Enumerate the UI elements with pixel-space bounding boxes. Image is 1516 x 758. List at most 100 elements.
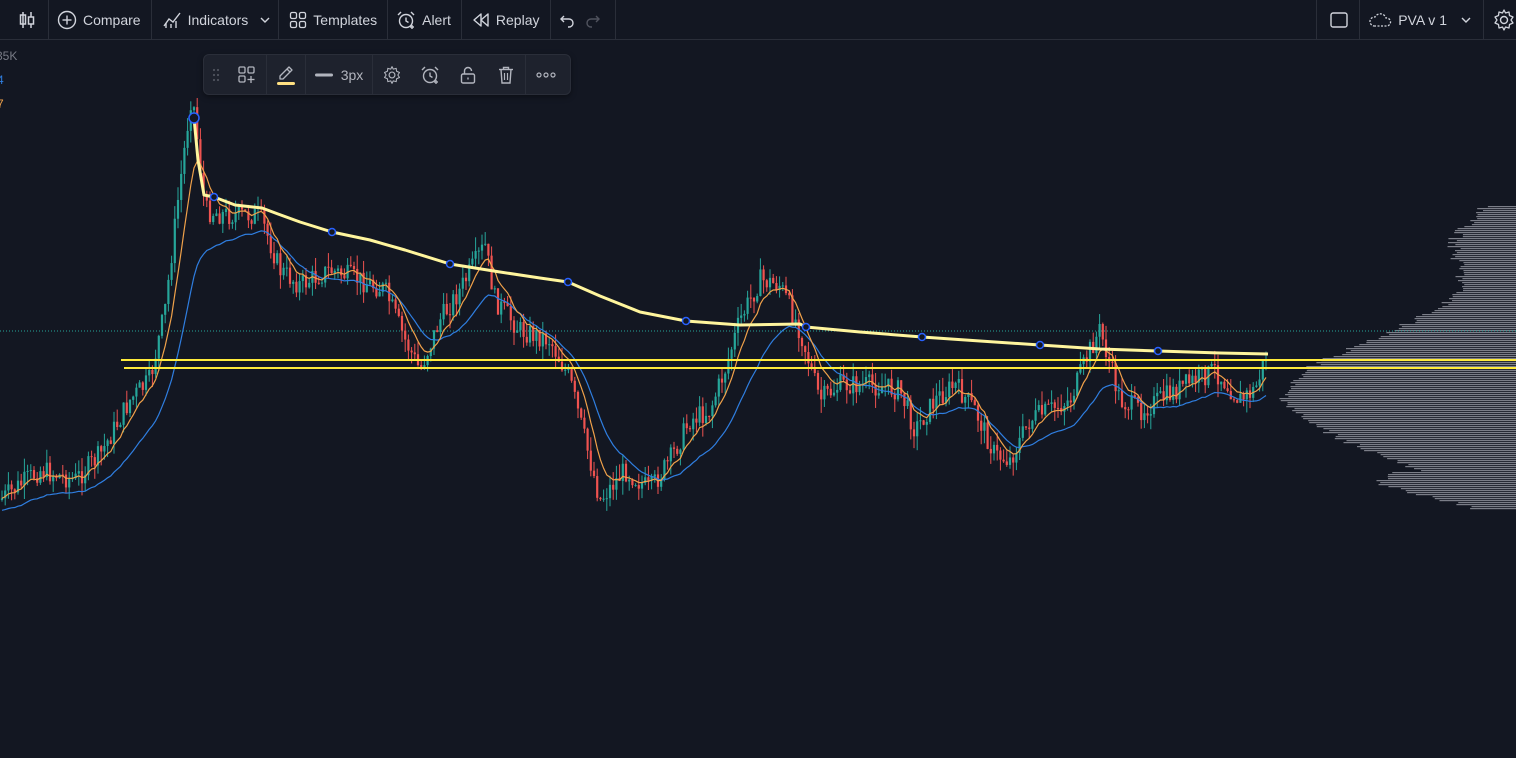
candle-body: [807, 352, 810, 364]
candle-body: [1261, 360, 1264, 380]
volume-profile-bar: [1447, 246, 1516, 248]
plus-circle-icon: [57, 10, 77, 29]
compare-button[interactable]: Compare: [49, 0, 151, 39]
volume-profile-bar: [1366, 340, 1516, 342]
candle-body: [896, 380, 900, 400]
candle-body: [893, 394, 896, 400]
candle-body: [925, 421, 928, 425]
candle-body: [1101, 324, 1104, 340]
candle-body: [64, 474, 68, 488]
candle-body: [708, 415, 711, 417]
candle-body: [279, 253, 282, 276]
drawing-settings-button[interactable]: [373, 55, 411, 94]
volume-profile-bar: [1464, 226, 1516, 228]
settings-button[interactable]: [1484, 0, 1516, 39]
candle-body: [948, 381, 951, 398]
candle-body: [570, 369, 573, 381]
candle-body: [231, 222, 234, 224]
delete-button[interactable]: [487, 55, 525, 94]
volume-profile-bar: [1287, 392, 1516, 394]
alert-label: Alert: [422, 11, 451, 28]
indicators-button[interactable]: Indicators: [152, 0, 255, 39]
candle-body: [938, 391, 941, 396]
candle-body: [973, 400, 976, 406]
drag-handle[interactable]: [204, 55, 228, 94]
redo-button[interactable]: [581, 0, 605, 39]
alert-button[interactable]: Alert: [388, 0, 461, 39]
volume-profile-bar: [1359, 444, 1516, 446]
templates-button[interactable]: Templates: [279, 0, 387, 39]
candle-body: [20, 480, 23, 486]
volume-profile-bar: [1301, 374, 1516, 376]
object-tree-button[interactable]: [228, 55, 266, 94]
candles-chart-type-button[interactable]: [0, 0, 48, 39]
volume-profile-bar: [1290, 382, 1516, 384]
volume-profile-bar: [1316, 426, 1516, 428]
volume-profile-bar: [1456, 240, 1516, 242]
candle-body: [400, 315, 404, 331]
line-width-button[interactable]: 3px: [306, 55, 372, 94]
add-alert-button[interactable]: [411, 55, 449, 94]
candle-body: [221, 212, 224, 224]
candle-body: [477, 250, 480, 252]
candle-body: [1066, 400, 1069, 407]
volume-profile-bar: [1290, 386, 1516, 388]
volume-profile-bar: [1305, 372, 1516, 374]
candle-body: [384, 282, 388, 284]
candle-body: [874, 384, 877, 396]
volume-profile-bar: [1448, 304, 1516, 306]
candle-body: [1156, 392, 1159, 397]
volume-profile-bar: [1460, 266, 1516, 268]
drawing-anchor-handle: [917, 332, 927, 342]
more-options-button[interactable]: [526, 55, 566, 94]
candle-body: [272, 253, 276, 264]
candle-body: [730, 349, 733, 359]
candle-body: [957, 379, 960, 383]
candle-body: [996, 444, 999, 451]
alarm-clock-icon: [421, 66, 439, 84]
candle-body: [682, 423, 685, 450]
volume-profile-bar: [1456, 292, 1516, 294]
candle-body: [23, 471, 26, 486]
volume-profile-bar: [1400, 488, 1516, 490]
undo-button[interactable]: [551, 0, 581, 39]
candle-body: [1028, 427, 1031, 429]
candle-body: [640, 482, 644, 489]
candle-body: [7, 484, 10, 491]
candle-body: [292, 281, 295, 284]
volume-profile-bar: [1441, 302, 1516, 304]
drawing-anchor-handle: [445, 259, 455, 269]
volume-profile-bar: [1360, 448, 1516, 450]
layout-selector-button[interactable]: PVA v 1: [1360, 0, 1483, 39]
volume-profile-bar: [1462, 236, 1516, 238]
candle-body: [324, 266, 327, 283]
candle-body: [653, 474, 656, 477]
candle-body: [1220, 381, 1223, 385]
anchored-vwap-line[interactable]: [192, 117, 1269, 356]
volume-profile-bar: [1298, 378, 1516, 380]
line-color-button[interactable]: [267, 55, 305, 94]
fullscreen-button[interactable]: [1317, 0, 1359, 39]
candle-body: [688, 428, 692, 430]
volume-profile-bar: [1415, 322, 1516, 324]
volume-profile-bar: [1387, 476, 1516, 478]
undo-icon: [559, 15, 574, 28]
candle-body: [474, 251, 477, 259]
indicators-dropdown-button[interactable]: [254, 0, 278, 39]
lock-button[interactable]: [449, 55, 487, 94]
candle-body: [269, 235, 272, 254]
volume-profile-bar: [1333, 356, 1516, 358]
price-chart-canvas[interactable]: [0, 40, 1516, 758]
candle-body: [932, 398, 935, 409]
candle-body: [164, 303, 167, 315]
candle-body: [592, 470, 596, 477]
replay-button[interactable]: Replay: [462, 0, 550, 39]
candle-body: [746, 297, 749, 314]
volume-profile-bar: [1470, 508, 1516, 510]
candle-body: [1050, 402, 1053, 404]
line-width-icon: [314, 73, 333, 76]
volume-profile-bar: [1457, 280, 1516, 282]
volume-profile-bar: [1414, 468, 1516, 470]
candle-body: [541, 333, 544, 347]
candle-body: [1008, 457, 1012, 465]
